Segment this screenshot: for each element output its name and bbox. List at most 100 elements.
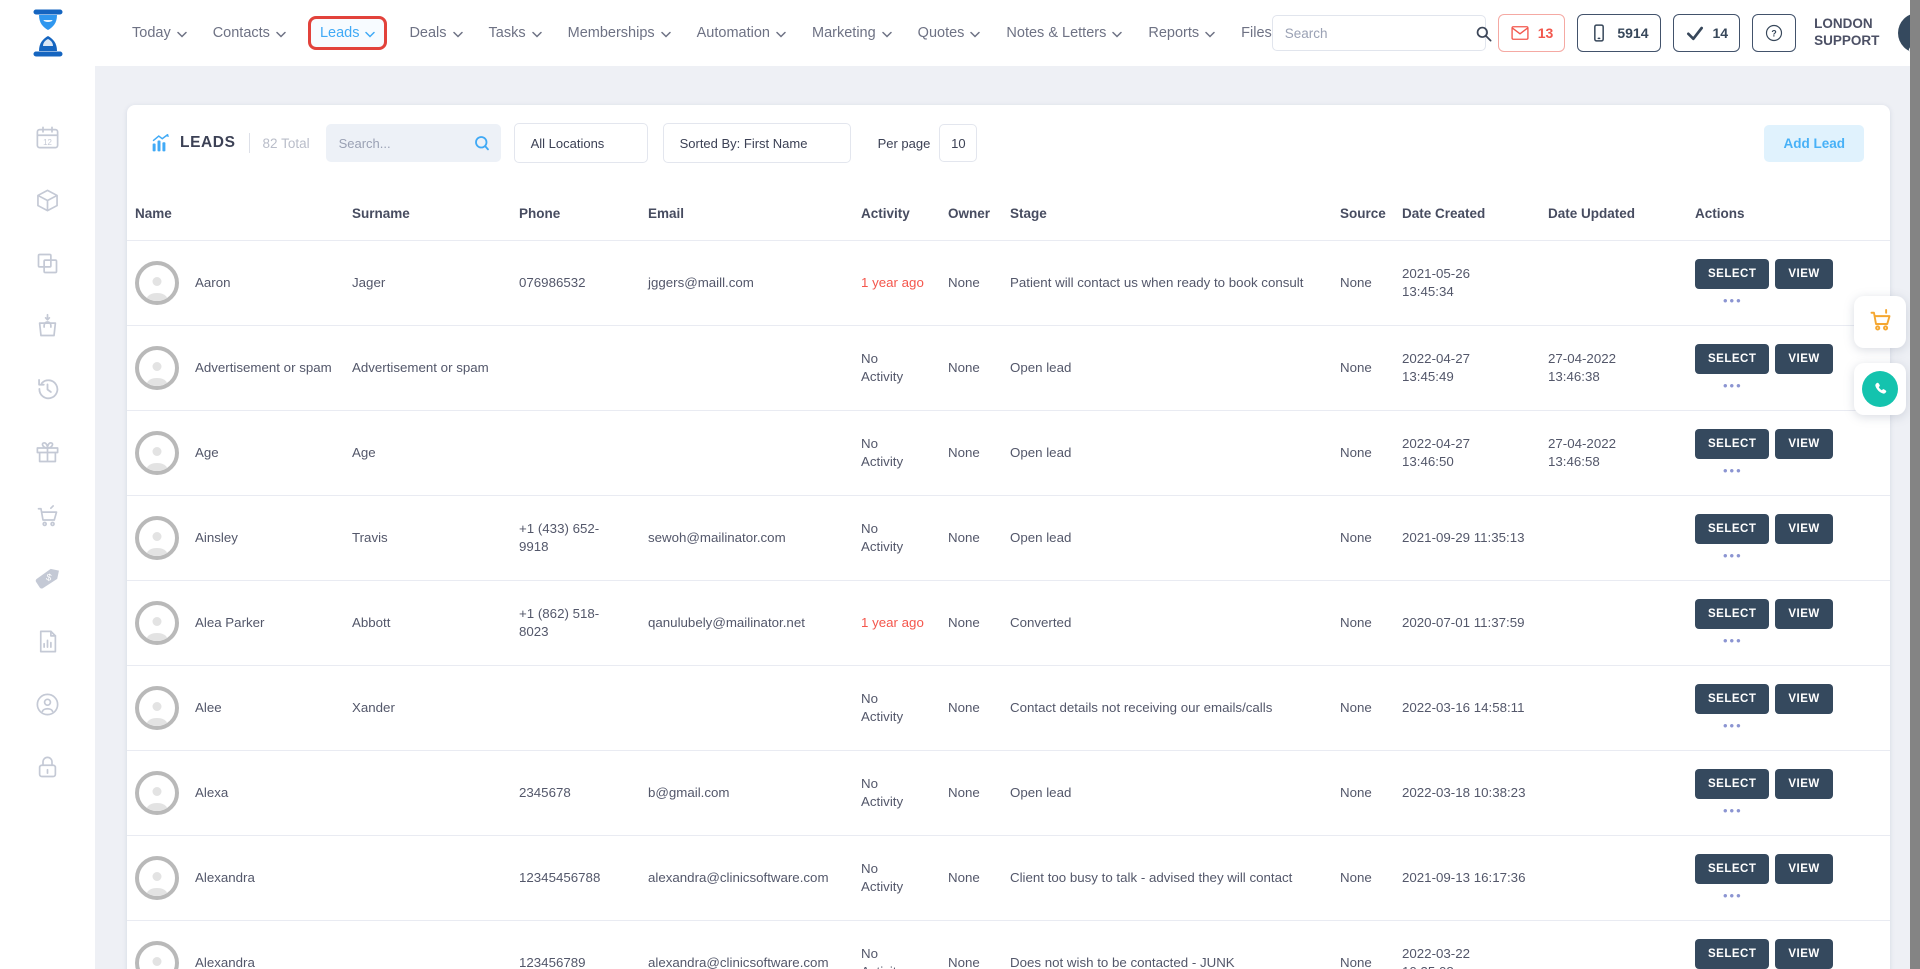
nav-files[interactable]: Files (1241, 25, 1272, 41)
page-title: LEADS (180, 134, 236, 152)
row-more-button[interactable]: ••• (1695, 379, 1743, 392)
col-phone[interactable]: Phone (519, 205, 648, 223)
view-button[interactable]: VIEW (1775, 854, 1832, 884)
sidebar-package-icon[interactable] (34, 187, 61, 214)
row-more-button[interactable]: ••• (1695, 634, 1743, 647)
nav-contacts[interactable]: Contacts (213, 25, 286, 41)
sidebar-cart-icon[interactable] (34, 502, 61, 529)
lead-row[interactable]: AaronJager076986532jggers@maill.com1 yea… (127, 241, 1890, 326)
help-badge[interactable]: ? (1752, 14, 1796, 52)
col-owner[interactable]: Owner (948, 205, 1010, 223)
leads-search-icon[interactable] (463, 134, 501, 152)
nav-marketing[interactable]: Marketing (812, 25, 892, 41)
sidebar-gift-icon[interactable] (34, 439, 61, 466)
per-page-input[interactable] (939, 124, 977, 162)
nav-leads[interactable]: Leads (308, 16, 388, 50)
leads-toolbar: LEADS 82 Total All Locations Sorted By: … (127, 105, 1890, 177)
view-button[interactable]: VIEW (1775, 514, 1832, 544)
sidebar-report-icon[interactable] (34, 628, 61, 655)
sidebar-copy-icon[interactable] (34, 250, 61, 277)
select-button[interactable]: SELECT (1695, 854, 1769, 884)
view-button[interactable]: VIEW (1775, 684, 1832, 714)
lead-name: Alea Parker (195, 614, 264, 632)
nav-memberships[interactable]: Memberships (568, 25, 671, 41)
row-more-button[interactable]: ••• (1695, 889, 1743, 902)
search-icon[interactable] (1474, 24, 1493, 43)
col-source[interactable]: Source (1340, 205, 1402, 223)
lead-email: alexandra@clinicsoftware.com (648, 954, 861, 969)
lead-source: None (1340, 614, 1402, 632)
lead-row[interactable]: Alexandra123456789alexandra@clinicsoftwa… (127, 921, 1890, 969)
row-more-button[interactable]: ••• (1695, 804, 1743, 817)
sort-dropdown[interactable]: Sorted By: First Name (663, 123, 851, 163)
row-more-button[interactable]: ••• (1695, 549, 1743, 562)
lead-row[interactable]: AinsleyTravis+1 (433) 652- 9918sewoh@mai… (127, 496, 1890, 581)
select-button[interactable]: SELECT (1695, 429, 1769, 459)
lead-row[interactable]: Alea ParkerAbbott+1 (862) 518- 8023qanul… (127, 581, 1890, 666)
lead-row[interactable]: Alexandra12345456788alexandra@clinicsoft… (127, 836, 1890, 921)
select-button[interactable]: SELECT (1695, 684, 1769, 714)
col-date-updated[interactable]: Date Updated (1548, 205, 1695, 223)
tasks-badge[interactable]: 14 (1673, 14, 1741, 52)
chevron-down-icon (882, 31, 892, 38)
lead-date-created: 2022-04-27 13:45:49 (1402, 350, 1548, 386)
sidebar-bag-icon[interactable] (34, 313, 61, 340)
view-button[interactable]: VIEW (1775, 344, 1832, 374)
lead-row[interactable]: AleeXanderNo ActivityNoneContact details… (127, 666, 1890, 751)
floating-phone-button[interactable] (1854, 363, 1906, 415)
page-scrollbar[interactable] (1910, 0, 1920, 969)
nav-quotes[interactable]: Quotes (918, 25, 981, 41)
col-date-created[interactable]: Date Created (1402, 205, 1548, 223)
user-menu[interactable]: LONDON SUPPORT (1814, 13, 1920, 53)
view-button[interactable]: VIEW (1775, 429, 1832, 459)
view-button[interactable]: VIEW (1775, 259, 1832, 289)
lead-activity: No Activity (861, 435, 948, 471)
sidebar-calendar-icon[interactable]: 12 (34, 124, 61, 151)
select-button[interactable]: SELECT (1695, 769, 1769, 799)
sidebar-lock-icon[interactable] (34, 754, 61, 781)
select-button[interactable]: SELECT (1695, 259, 1769, 289)
select-button[interactable]: SELECT (1695, 344, 1769, 374)
nav-automation[interactable]: Automation (697, 25, 786, 41)
row-more-button[interactable]: ••• (1695, 719, 1743, 732)
col-surname[interactable]: Surname (352, 205, 519, 223)
total-count: 82 Total (263, 136, 310, 151)
lead-name-cell: Ainsley (127, 516, 352, 560)
nav-notes-letters[interactable]: Notes & Letters (1006, 25, 1122, 41)
select-button[interactable]: SELECT (1695, 599, 1769, 629)
view-button[interactable]: VIEW (1775, 599, 1832, 629)
select-button[interactable]: SELECT (1695, 939, 1769, 969)
lead-source: None (1340, 699, 1402, 717)
calls-badge[interactable]: 5914 (1577, 14, 1660, 52)
global-search-input[interactable] (1273, 26, 1474, 41)
nav-reports[interactable]: Reports (1148, 25, 1215, 41)
nav-today[interactable]: Today (132, 25, 187, 41)
col-stage[interactable]: Stage (1010, 205, 1340, 223)
select-button[interactable]: SELECT (1695, 514, 1769, 544)
sidebar-history-icon[interactable] (34, 376, 61, 403)
nav-deals[interactable]: Deals (409, 25, 462, 41)
location-filter-dropdown[interactable]: All Locations (514, 123, 648, 163)
lead-row[interactable]: Advertisement or spamAdvertisement or sp… (127, 326, 1890, 411)
add-lead-button[interactable]: Add Lead (1764, 125, 1864, 162)
lead-activity: No Activity (861, 945, 948, 969)
sidebar-price-tag-icon[interactable]: $ (34, 565, 61, 592)
floating-cart-button[interactable] (1854, 296, 1906, 348)
app-logo[interactable] (24, 8, 72, 58)
lead-actions: SELECTVIEW ••• (1695, 599, 1870, 647)
sidebar-account-icon[interactable] (34, 691, 61, 718)
col-name[interactable]: Name (127, 205, 352, 223)
col-actions[interactable]: Actions (1695, 205, 1870, 223)
view-button[interactable]: VIEW (1775, 769, 1832, 799)
col-email[interactable]: Email (648, 205, 861, 223)
col-activity[interactable]: Activity (861, 205, 948, 223)
row-more-button[interactable]: ••• (1695, 464, 1743, 477)
lead-row[interactable]: AgeAgeNo ActivityNoneOpen leadNone2022-0… (127, 411, 1890, 496)
leads-search-input[interactable] (326, 136, 463, 151)
view-button[interactable]: VIEW (1775, 939, 1832, 969)
messages-badge[interactable]: 13 (1498, 14, 1566, 52)
lead-row[interactable]: Alexa2345678b@gmail.comNo ActivityNoneOp… (127, 751, 1890, 836)
nav-tasks[interactable]: Tasks (489, 25, 542, 41)
lead-avatar (135, 346, 179, 390)
row-more-button[interactable]: ••• (1695, 294, 1743, 307)
